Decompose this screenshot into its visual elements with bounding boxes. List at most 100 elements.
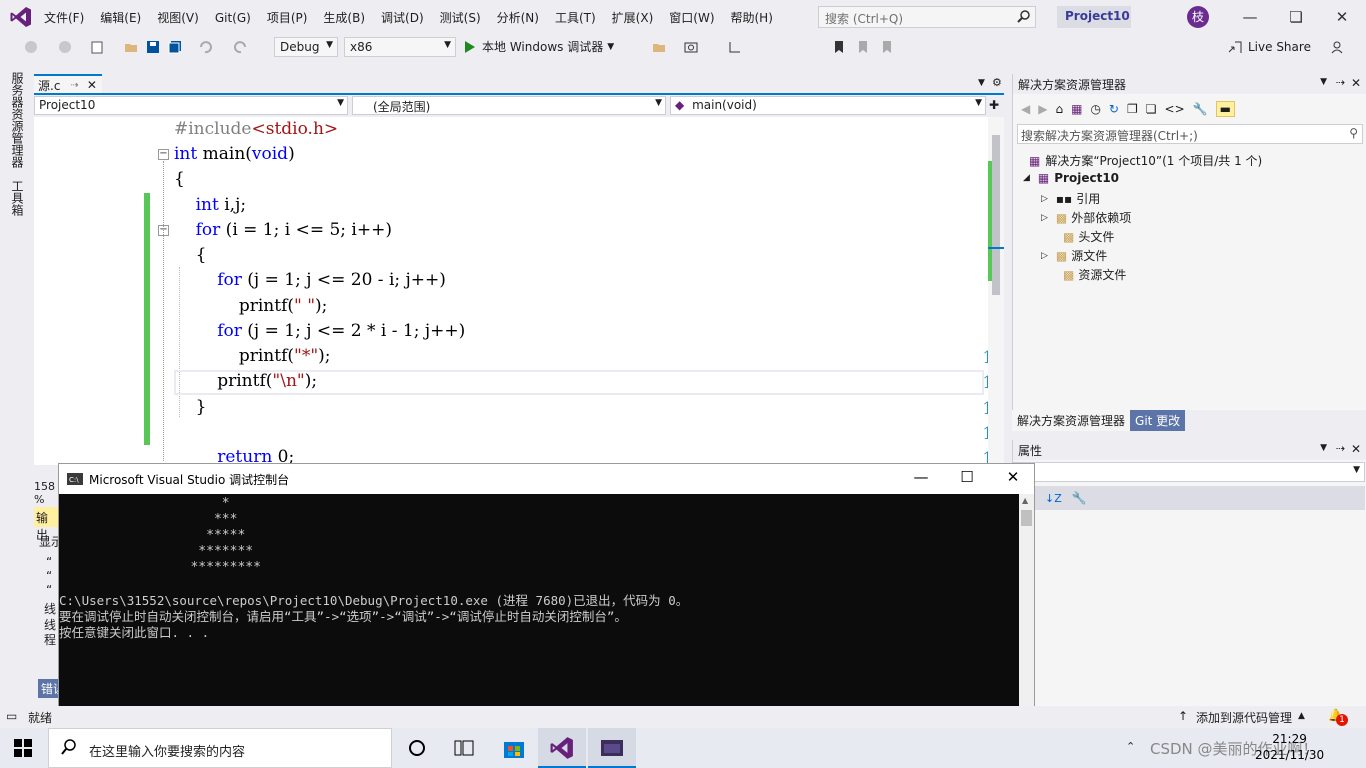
windows-start-icon[interactable] — [14, 739, 32, 757]
taskbar-clock[interactable]: 21:29 2021/11/30 — [1255, 731, 1324, 763]
store-icon[interactable] — [502, 736, 526, 760]
prev-bookmark-icon[interactable] — [856, 40, 870, 54]
save-all-icon[interactable] — [168, 40, 182, 54]
menu-test[interactable]: 测试(S) — [432, 9, 489, 26]
taskbar-search-input[interactable]: 在这里输入你要搜索的内容 — [48, 728, 392, 768]
collapsed-arrow-icon[interactable]: ▷ — [1041, 213, 1048, 223]
menu-file[interactable]: 文件(F) — [36, 9, 92, 26]
screenshot-icon[interactable] — [684, 40, 698, 54]
menu-window[interactable]: 窗口(W) — [661, 9, 722, 26]
tab-git-changes[interactable]: Git 更改 — [1130, 409, 1186, 431]
console-close-button[interactable]: ✕ — [993, 468, 1033, 490]
menu-project[interactable]: 项目(P) — [259, 9, 316, 26]
chevron-down-icon[interactable]: ▼ — [1320, 77, 1327, 87]
folder-view-icon[interactable] — [652, 40, 666, 54]
console-minimize-button[interactable]: — — [901, 468, 941, 490]
collapsed-arrow-icon[interactable]: ▷ — [1041, 251, 1048, 261]
close-button[interactable]: ✕ — [1322, 4, 1362, 30]
menu-debug[interactable]: 调试(D) — [373, 9, 432, 26]
properties-object-select[interactable]: ▼ — [1013, 462, 1365, 482]
home-icon[interactable]: ⌂ — [1055, 102, 1063, 116]
history-icon[interactable]: ◷ — [1090, 102, 1100, 116]
server-explorer-tab[interactable]: 服务器资源管理器 — [9, 72, 26, 168]
menu-git[interactable]: Git(G) — [207, 11, 259, 25]
task-view-icon[interactable] — [454, 739, 474, 757]
collapse-all-icon[interactable]: ❐ — [1127, 102, 1138, 116]
back-icon[interactable]: ◀ — [1021, 102, 1030, 116]
menu-help[interactable]: 帮助(H) — [723, 9, 781, 26]
sync-icon[interactable]: ↻ — [1109, 102, 1119, 116]
tray-overflow-chevron-icon[interactable]: ⌃ — [1126, 740, 1135, 753]
project-node[interactable]: ◢ ▦ Project10 — [1023, 171, 1119, 185]
console-output[interactable]: * *** ***** ******* ********* C:\Users\3… — [59, 494, 1019, 727]
document-tab[interactable]: 源.c ⇢ ✕ — [34, 74, 102, 94]
expanded-arrow-icon[interactable]: ◢ — [1023, 173, 1030, 183]
undo-icon[interactable] — [198, 40, 212, 54]
tree-item-external-deps[interactable]: ▷ ▩ 外部依赖项 — [1041, 209, 1131, 226]
close-icon[interactable]: ✕ — [1351, 442, 1361, 456]
tab-list-chevron-icon[interactable]: ▼ — [978, 78, 985, 88]
navigate-forward-icon[interactable] — [58, 40, 72, 54]
toolbox-tab[interactable]: 工具箱 — [9, 180, 26, 216]
live-share-button[interactable]: Live Share — [1228, 40, 1311, 54]
redo-icon[interactable] — [234, 40, 248, 54]
solution-search-input[interactable]: 搜索解决方案资源管理器(Ctrl+;) ⚲ — [1017, 124, 1363, 144]
menu-build[interactable]: 生成(B) — [315, 9, 373, 26]
menu-edit[interactable]: 编辑(E) — [92, 9, 149, 26]
tree-item-references[interactable]: ▷ ▪▪ 引用 — [1041, 190, 1100, 207]
platform-select[interactable]: x86 ▼ — [344, 37, 456, 57]
scroll-up-icon[interactable]: ▲ — [1022, 496, 1028, 505]
debug-console-window[interactable]: C:\ Microsoft Visual Studio 调试控制台 — ☐ ✕ … — [58, 463, 1035, 728]
close-icon[interactable]: ✕ — [1351, 76, 1361, 90]
bookmark-icon[interactable] — [832, 40, 846, 54]
scope-nav-select[interactable]: (全局范围) ▼ — [352, 96, 666, 115]
settings-gear-icon[interactable]: ⚙ — [992, 76, 1002, 89]
navigate-back-icon[interactable] — [24, 40, 38, 54]
show-all-files-icon[interactable]: ❏ — [1146, 102, 1157, 116]
collapse-icon[interactable]: − — [158, 149, 169, 160]
next-bookmark-icon[interactable] — [880, 40, 894, 54]
pin-icon[interactable]: ⇢ — [70, 80, 78, 91]
visual-studio-logo-icon[interactable] — [10, 6, 34, 28]
tab-solution-explorer[interactable]: 解决方案资源管理器 — [1012, 409, 1131, 431]
solution-node[interactable]: ▦ 解决方案“Project10”(1 个项目/共 1 个) — [1029, 152, 1262, 169]
switch-views-icon[interactable]: ▦ — [1071, 102, 1082, 116]
forward-icon[interactable]: ▶ — [1038, 102, 1047, 116]
new-item-icon[interactable] — [90, 40, 104, 54]
start-debugging-button[interactable]: 本地 Windows 调试器 ▼ — [464, 38, 614, 55]
collapsed-arrow-icon[interactable]: ▷ — [1041, 194, 1048, 204]
minimize-button[interactable]: — — [1230, 4, 1270, 30]
open-folder-icon[interactable] — [124, 40, 138, 54]
configuration-select[interactable]: Debug ▼ — [274, 37, 338, 57]
console-title-bar[interactable]: C:\ Microsoft Visual Studio 调试控制台 — ☐ ✕ — [59, 464, 1034, 494]
tree-item-resources[interactable]: ▩ 资源文件 — [1063, 266, 1126, 283]
tree-item-headers[interactable]: ▩ 头文件 — [1063, 228, 1114, 245]
pin-icon[interactable]: ⇢ — [1336, 442, 1345, 455]
console-scrollbar[interactable]: ▲ — [1019, 494, 1034, 727]
step-icon[interactable] — [728, 40, 742, 54]
project-nav-select[interactable]: Project10 ▼ — [34, 96, 348, 115]
restore-button[interactable]: ❏ — [1276, 4, 1316, 30]
editor-scrollbar[interactable] — [988, 117, 1004, 465]
user-avatar[interactable]: 枝 — [1187, 6, 1209, 28]
split-editor-icon[interactable]: ✚ — [989, 98, 999, 112]
sort-alphabetical-icon[interactable]: ↓Z — [1045, 492, 1062, 505]
feedback-icon[interactable] — [1330, 40, 1344, 54]
cortana-icon[interactable] — [408, 739, 426, 757]
save-icon[interactable] — [146, 40, 160, 54]
code-editor[interactable]: 1 2 3 4 5 6 7 8 9 10 11 12 13 14 − − #in… — [34, 117, 1004, 465]
close-tab-icon[interactable]: ✕ — [87, 78, 97, 92]
add-to-source-control-button[interactable]: 添加到源代码管理 — [1196, 709, 1292, 726]
menu-view[interactable]: 视图(V) — [149, 9, 207, 26]
solution-name-badge[interactable]: Project10 — [1057, 6, 1131, 28]
menu-analyze[interactable]: 分析(N) — [489, 9, 547, 26]
output-title[interactable]: 输出 — [34, 507, 60, 542]
code-view-icon[interactable]: <> — [1165, 102, 1185, 116]
search-input[interactable]: 搜索 (Ctrl+Q) — [818, 6, 1036, 28]
pin-icon[interactable]: ⇢ — [1336, 76, 1345, 89]
console-maximize-button[interactable]: ☐ — [947, 468, 987, 490]
member-nav-select[interactable]: ◆ main(void) ▼ — [670, 96, 986, 115]
properties-wrench-icon[interactable]: 🔧 — [1193, 102, 1208, 116]
chevron-down-icon[interactable]: ▼ — [1320, 443, 1327, 453]
scrollbar-thumb[interactable] — [992, 135, 1000, 295]
